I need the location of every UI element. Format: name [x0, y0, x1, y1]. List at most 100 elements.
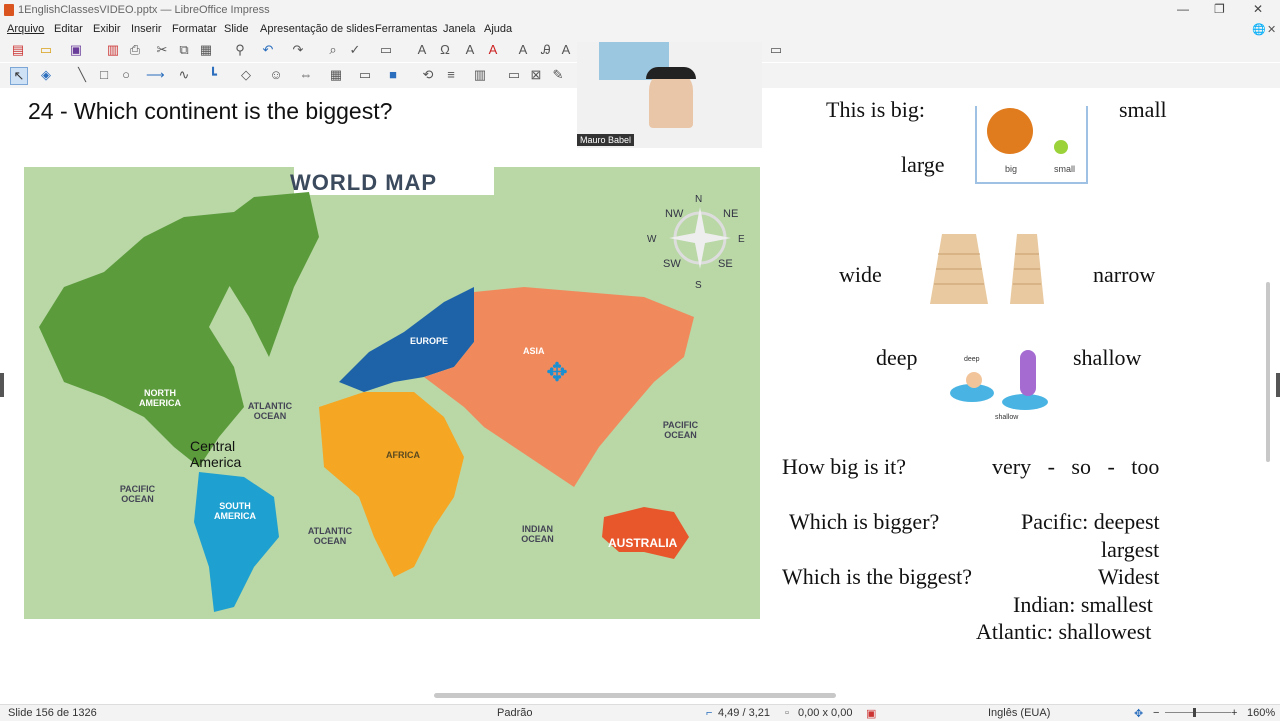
deep-shallow-image[interactable]: deep shallow — [948, 346, 1058, 426]
shadow-icon[interactable]: ▭ — [506, 67, 522, 83]
status-position: 4,49 / 3,21 — [718, 707, 770, 719]
child-deep-icon — [966, 372, 982, 388]
text-which-biggest: Which is the biggest? — [782, 564, 973, 589]
right-pane-toggle[interactable] — [1276, 373, 1280, 397]
block-arrows-icon[interactable]: ⇔ — [298, 67, 314, 83]
zoom-in-icon[interactable]: + — [1231, 707, 1237, 719]
menu-arquivo[interactable]: Arquivo — [7, 23, 44, 35]
copy-icon[interactable]: ⧉ — [176, 42, 192, 58]
menu-ferramentas[interactable]: Ferramentas — [375, 23, 437, 35]
connectors-icon[interactable]: ┗ — [205, 67, 221, 83]
align-icon[interactable]: ≡ — [443, 67, 459, 83]
text-large: large — [901, 152, 945, 177]
menu-inserir[interactable]: Inserir — [131, 23, 162, 35]
text-small: small — [1119, 97, 1167, 122]
spelling-icon[interactable]: ✓ — [347, 42, 363, 58]
textbox-icon[interactable]: A — [414, 42, 430, 58]
globe-icon[interactable]: 🌐 — [1252, 23, 1266, 36]
fontwork-icon[interactable]: A — [462, 42, 478, 58]
symbol-shapes-icon[interactable]: ☺ — [268, 67, 284, 83]
menu-bar: Arquivo Editar Exibir Inserir Formatar S… — [0, 20, 1280, 38]
redo-icon[interactable]: ↷ — [290, 42, 306, 58]
fill-color-icon[interactable]: ◈ — [38, 67, 54, 83]
compass-e: E — [738, 234, 745, 245]
menu-exibir[interactable]: Exibir — [93, 23, 121, 35]
character-icon[interactable]: A — [515, 42, 531, 58]
line-icon[interactable]: ╲ — [74, 67, 90, 83]
vertical-scrollbar[interactable] — [1266, 282, 1270, 462]
cut-icon[interactable]: ✂ — [154, 42, 170, 58]
fit-slide-icon[interactable]: ✥ — [1134, 707, 1143, 720]
img-label-small: small — [1054, 164, 1076, 174]
compass-ne: NE — [723, 208, 739, 220]
flowchart-icon[interactable]: ▦ — [328, 67, 344, 83]
select-icon[interactable]: ↖ — [10, 67, 28, 85]
stairs-image[interactable] — [920, 234, 1072, 306]
zoom-slider-handle[interactable] — [1193, 708, 1196, 717]
move-cursor-icon: ✥ — [546, 357, 568, 387]
font-color-icon[interactable]: A — [485, 42, 501, 58]
shallow-pool-icon — [1002, 394, 1048, 410]
menu-ajuda[interactable]: Ajuda — [484, 23, 512, 35]
save-icon[interactable]: ▣ — [68, 42, 84, 58]
export-pdf-icon[interactable]: ▥ — [105, 42, 121, 58]
open-icon[interactable]: ▭ — [38, 42, 54, 58]
text-widest: Widest — [1098, 564, 1160, 589]
find-replace-icon[interactable]: ⌕ — [325, 42, 341, 58]
clone-formatting-icon[interactable]: ⚲ — [232, 42, 248, 58]
undo-icon[interactable]: ↶ — [260, 42, 276, 58]
menu-formatar[interactable]: Formatar — [172, 23, 217, 35]
new-icon[interactable]: ▤ — [10, 42, 26, 58]
ellipse-icon[interactable]: ○ — [118, 67, 134, 83]
3d-objects-icon[interactable]: ■ — [385, 67, 401, 83]
document-modified-icon[interactable]: ▣ — [866, 707, 876, 720]
ball-image[interactable]: big small — [975, 106, 1088, 184]
filter-icon[interactable]: ✎ — [550, 67, 566, 83]
display-views-icon[interactable]: ▭ — [378, 42, 394, 58]
status-size: 0,00 x 0,00 — [798, 707, 853, 719]
status-bar: Slide 156 de 1326 Padrão ⌐ 4,49 / 3,21 ▫… — [0, 704, 1280, 721]
slide-canvas[interactable]: 24 - Which continent is the biggest? WOR… — [0, 42, 1280, 698]
text-pacific-deepest: Pacific: deepest — [1021, 509, 1160, 534]
close-icon[interactable]: ✕ — [1253, 2, 1263, 16]
lines-arrows-icon[interactable]: ⟶ — [146, 67, 165, 83]
menu-slide[interactable]: Slide — [224, 23, 248, 35]
close-document-icon[interactable]: ✕ — [1267, 23, 1276, 36]
presentation-icon[interactable]: ▭ — [768, 42, 784, 58]
paste-icon[interactable]: ▦ — [198, 42, 214, 58]
arrange-icon[interactable]: ▥ — [472, 67, 488, 83]
horizontal-scrollbar[interactable] — [434, 693, 836, 698]
crop-icon[interactable]: ⊠ — [528, 67, 544, 83]
text-largest: largest — [1101, 537, 1160, 562]
curves-icon[interactable]: ∿ — [176, 67, 192, 83]
menu-editar[interactable]: Editar — [54, 23, 83, 35]
zoom-out-icon[interactable]: − — [1153, 707, 1159, 719]
callouts-icon[interactable]: ▭ — [357, 67, 373, 83]
title-bar: 1EnglishClassesVIDEO.pptx — LibreOffice … — [0, 0, 1280, 20]
print-icon[interactable]: ⎙ — [127, 42, 143, 58]
left-pane-toggle[interactable] — [0, 373, 4, 397]
spacing-icon[interactable]: A — [558, 42, 574, 58]
menu-apresentacao[interactable]: Apresentação de slides — [260, 23, 374, 35]
maximize-icon[interactable]: ❐ — [1214, 2, 1225, 16]
rotate-icon[interactable]: ⟲ — [420, 67, 436, 83]
compass-w: W — [647, 234, 657, 245]
minimize-icon[interactable]: — — [1177, 2, 1189, 16]
status-zoom[interactable]: 160% — [1247, 707, 1275, 719]
menu-janela[interactable]: Janela — [443, 23, 475, 35]
basic-shapes-icon[interactable]: ◇ — [238, 67, 254, 83]
webcam-cap — [646, 67, 696, 79]
special-char-icon[interactable]: Ω — [437, 42, 453, 58]
img-label-big: big — [1005, 164, 1018, 174]
rectangle-icon[interactable]: □ — [96, 67, 112, 83]
fontwork-effect-icon[interactable]: Ꭿ — [538, 42, 554, 58]
label-central-america: Central America — [190, 438, 242, 470]
zoom-slider[interactable] — [1165, 712, 1231, 713]
compass-s: S — [695, 280, 702, 291]
status-language[interactable]: Inglês (EUA) — [988, 707, 1050, 719]
text-very-so-too: very - so - too — [992, 454, 1160, 479]
map-title: WORLD MAP — [290, 170, 438, 195]
label-pacific-left: PACIFIC OCEAN — [119, 484, 156, 504]
text-wide: wide — [839, 262, 882, 287]
compass-nw: NW — [665, 208, 684, 220]
